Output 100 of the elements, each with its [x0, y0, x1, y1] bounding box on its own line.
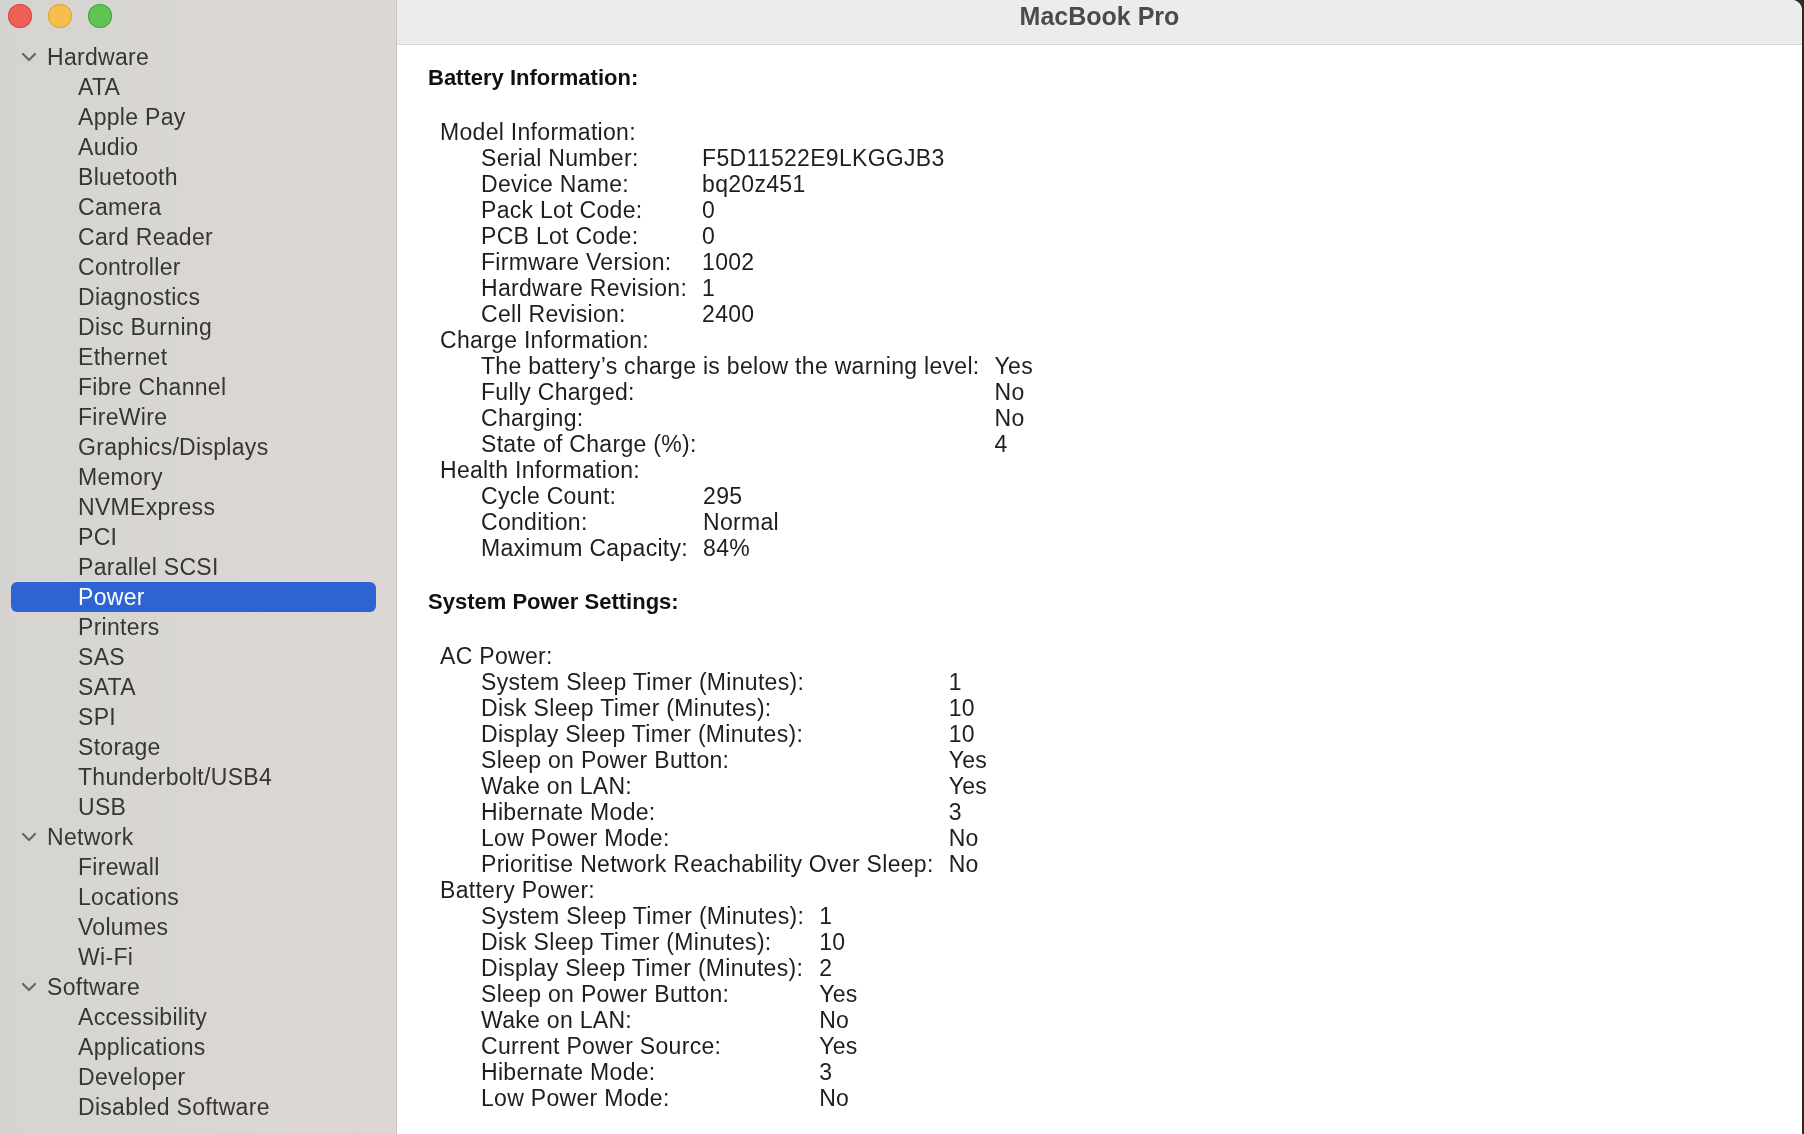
sidebar-item[interactable]: Memory — [11, 462, 376, 492]
sidebar-section[interactable]: Hardware — [11, 42, 376, 72]
property-value: bq20z451 — [702, 171, 807, 197]
property-value: Yes — [948, 747, 988, 773]
property-value: No — [948, 825, 980, 851]
property-label: PCB Lot Code: — [481, 223, 640, 249]
chevron-icon[interactable] — [21, 52, 37, 62]
group-label: Health Information: — [440, 457, 641, 483]
sidebar-item[interactable]: Card Reader — [11, 222, 376, 252]
sidebar-item[interactable]: SATA — [11, 672, 376, 702]
property-value: 10 — [819, 929, 847, 955]
property-value: 3 — [819, 1059, 834, 1085]
sidebar-section[interactable]: Network — [11, 822, 376, 852]
property-label: Fully Charged: — [481, 379, 636, 405]
property-value: 1002 — [702, 249, 756, 275]
property-label: Cell Revision: — [481, 301, 627, 327]
property-label: Sleep on Power Button: — [481, 981, 731, 1007]
property-value: No — [819, 1007, 851, 1033]
property-label: Condition: — [481, 509, 589, 535]
sidebar-item[interactable]: USB — [11, 792, 376, 822]
chevron-icon[interactable] — [21, 982, 37, 992]
property-value: 0 — [702, 223, 717, 249]
property-label: Pack Lot Code: — [481, 197, 644, 223]
group-label: Battery Power: — [440, 877, 596, 903]
property-label: Current Power Source: — [481, 1033, 723, 1059]
property-value: 84% — [703, 535, 751, 561]
property-value: 2400 — [702, 301, 756, 327]
sidebar-item[interactable]: SAS — [11, 642, 376, 672]
property-label: Device Name: — [481, 171, 631, 197]
sidebar-item[interactable]: SPI — [11, 702, 376, 732]
property-label: Disk Sleep Timer (Minutes): — [481, 929, 773, 955]
property-label: Hibernate Mode: — [481, 799, 657, 825]
property-label: Display Sleep Timer (Minutes): — [481, 955, 805, 981]
property-label: Sleep on Power Button: — [481, 747, 731, 773]
property-label: Cycle Count: — [481, 483, 618, 509]
group-label: AC Power: — [440, 643, 553, 669]
property-value: No — [819, 1085, 851, 1111]
sidebar-item[interactable]: Accessibility — [11, 1002, 376, 1032]
property-value: No — [948, 851, 980, 877]
sidebar-item[interactable]: Volumes — [11, 912, 376, 942]
group-label: Charge Information: — [440, 327, 649, 353]
property-value: 1 — [819, 903, 834, 929]
sidebar-item[interactable]: Apple Pay — [11, 102, 376, 132]
property-value: No — [994, 379, 1026, 405]
property-label: Maximum Capacity: — [481, 535, 689, 561]
sidebar-item[interactable]: Bluetooth — [11, 162, 376, 192]
sidebar-item[interactable]: PCI — [11, 522, 376, 552]
sidebar-item[interactable]: FireWire — [11, 402, 376, 432]
sidebar-item[interactable]: Applications — [11, 1032, 376, 1062]
sidebar-item[interactable]: Graphics/Displays — [11, 432, 376, 462]
sidebar-item[interactable]: Locations — [11, 882, 376, 912]
sidebar-item[interactable]: Disabled Software — [11, 1092, 376, 1122]
sidebar-item[interactable]: Controller — [11, 252, 376, 282]
sidebar-item[interactable]: Wi-Fi — [11, 942, 376, 972]
property-value: Yes — [819, 1033, 858, 1059]
sidebar-item[interactable]: Printers — [11, 612, 376, 642]
property-value: F5D11522E9LKGGJB3 — [702, 145, 945, 171]
property-label: Charging: — [481, 405, 585, 431]
section-heading: System Power Settings: — [428, 589, 679, 615]
sidebar-item[interactable]: Diagnostics — [11, 282, 376, 312]
sidebar-item[interactable]: Power — [11, 582, 376, 612]
close-button[interactable] — [8, 4, 32, 28]
property-value: 1 — [948, 669, 963, 695]
group-label: Model Information: — [440, 119, 636, 145]
property-label: Disk Sleep Timer (Minutes): — [481, 695, 773, 721]
sidebar-item[interactable]: Fibre Channel — [11, 372, 376, 402]
property-value: 3 — [948, 799, 963, 825]
sidebar-item[interactable]: NVMExpress — [11, 492, 376, 522]
sidebar-item[interactable]: Disc Burning — [11, 312, 376, 342]
sidebar-item[interactable]: Firewall — [11, 852, 376, 882]
window-title: MacBook Pro — [1019, 2, 1180, 30]
property-label: Hibernate Mode: — [481, 1059, 657, 1085]
sidebar-item[interactable]: ATA — [11, 72, 376, 102]
property-label: Hardware Revision: — [481, 275, 688, 301]
property-value: Yes — [819, 981, 858, 1007]
sidebar-item[interactable]: Ethernet — [11, 342, 376, 372]
property-value: Yes — [948, 773, 988, 799]
property-value: 1 — [702, 275, 717, 301]
property-value: 2 — [819, 955, 834, 981]
sidebar-item[interactable]: Developer — [11, 1062, 376, 1092]
sidebar-section[interactable]: Software — [11, 972, 376, 1002]
property-label: System Sleep Timer (Minutes): — [481, 903, 805, 929]
zoom-button[interactable] — [88, 4, 112, 28]
property-label: Display Sleep Timer (Minutes): — [481, 721, 805, 747]
sidebar-item[interactable]: Storage — [11, 732, 376, 762]
property-value: 10 — [948, 695, 976, 721]
property-value: Yes — [994, 353, 1033, 379]
sidebar-item[interactable]: Audio — [11, 132, 376, 162]
property-value: 4 — [994, 431, 1009, 457]
property-label: System Sleep Timer (Minutes): — [481, 669, 806, 695]
chevron-icon[interactable] — [21, 832, 37, 842]
sidebar-item[interactable]: Parallel SCSI — [11, 552, 376, 582]
property-label: Wake on LAN: — [481, 773, 634, 799]
sidebar-item[interactable]: Thunderbolt/USB4 — [11, 762, 376, 792]
property-label: Wake on LAN: — [481, 1007, 634, 1033]
property-label: State of Charge (%): — [481, 431, 698, 457]
property-label: Serial Number: — [481, 145, 640, 171]
property-label: The battery’s charge is below the warning level: — [481, 353, 980, 379]
property-label: Prioritise Network Reachability Over Sleep: — [481, 851, 934, 877]
sidebar-item[interactable]: Camera — [11, 192, 376, 222]
